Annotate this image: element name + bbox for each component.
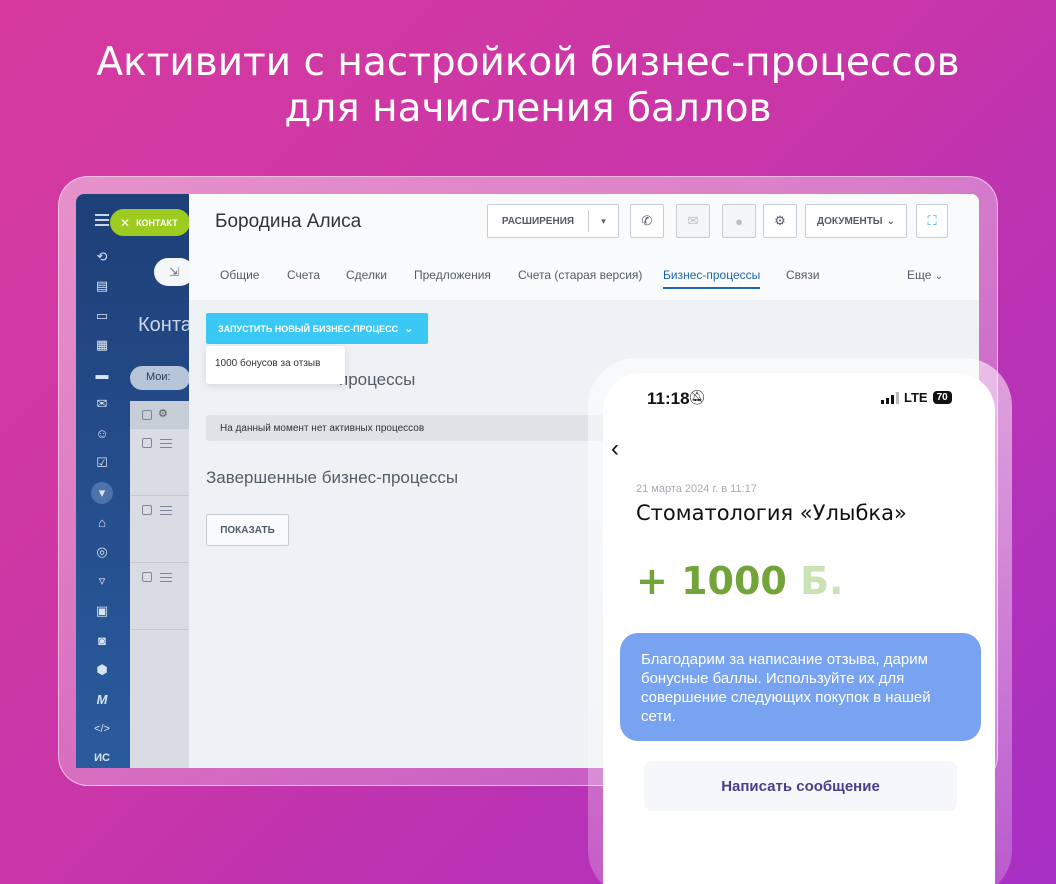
menu-icon[interactable] <box>95 214 109 226</box>
dropdown-item-1000-bonus[interactable]: 1000 бонусов за отзыв <box>215 358 320 369</box>
show-button[interactable]: ПОКАЗАТЬ <box>206 514 289 546</box>
menu-icon[interactable] <box>160 506 172 518</box>
background-contact-list: ⇲ Конта Мои: ⚙ <box>128 194 200 768</box>
checkbox[interactable] <box>142 410 152 420</box>
process-dropdown: 1000 бонусов за отзыв <box>206 346 345 384</box>
tab-invoices[interactable]: Счета <box>287 268 320 282</box>
sidebar-icon-column: ⟲ ▤ ▭ ▦ ▬ ✉ ☺ ☑ ▾ ⌂ ◎ ▿ ▣ ◙ ⬢ M </> ИС <box>84 242 120 768</box>
write-message-button[interactable]: Написать сообщение <box>644 761 957 811</box>
panel-header: Бородина Алиса РАСШИРЕНИЯ ▾ ✆ ✉ ● ⚙ ДОКУ… <box>189 194 979 300</box>
extensions-button[interactable]: РАСШИРЕНИЯ ▾ <box>487 204 619 238</box>
fullscreen-icon[interactable]: ⛶ <box>916 204 948 238</box>
battery-level: 70 <box>932 391 952 404</box>
phone-screen: 11:18 🔕︎ LTE 70 ‹ 21 марта 2024 г. в 11:… <box>603 373 995 884</box>
status-time: 11:18 <box>647 389 690 408</box>
check-icon[interactable]: ☑ <box>84 449 120 479</box>
chevron-down-icon: ⌄ <box>934 271 944 282</box>
tab-offers[interactable]: Предложения <box>414 268 491 282</box>
menu-icon[interactable] <box>160 573 172 585</box>
active-processes-heading: процессы <box>339 370 416 389</box>
my-filter-chip[interactable]: Мои: <box>130 366 190 390</box>
database-icon[interactable]: ⬢ <box>84 655 120 685</box>
network-label: LTE <box>904 390 928 405</box>
shop-name: Стоматология «Улыбка» <box>636 501 907 525</box>
gear-icon[interactable]: ⚙ <box>158 407 168 420</box>
documents-button[interactable]: ДОКУМЕНТЫ ⌄ <box>805 204 907 238</box>
m-logo-icon[interactable]: M <box>84 685 120 715</box>
completed-processes-heading: Завершенные бизнес-процессы <box>206 468 459 487</box>
bank-icon[interactable]: ⌂ <box>84 508 120 538</box>
tab-links[interactable]: Связи <box>786 268 820 282</box>
start-process-button[interactable]: ЗАПУСТИТЬ НОВЫЙ БИЗНЕС-ПРОЦЕСС ⌄ <box>206 313 428 344</box>
tab-deals[interactable]: Сделки <box>346 268 387 282</box>
tab-general[interactable]: Общие <box>220 268 259 282</box>
headline-line-2: для начисления баллов <box>284 86 772 131</box>
checkbox[interactable] <box>142 438 152 448</box>
points-amount: + 1000 Б. <box>636 559 843 603</box>
chevron-down-icon: ⌄ <box>404 323 414 335</box>
back-icon[interactable]: ‹ <box>611 435 619 463</box>
bell-muted-icon: 🔕︎ <box>688 389 706 405</box>
target-icon[interactable]: ◎ <box>84 537 120 567</box>
status-indicators: LTE 70 <box>881 390 952 405</box>
chat-icon[interactable]: ▭ <box>84 301 120 331</box>
checkbox[interactable] <box>142 505 152 515</box>
left-sidebar: ⟲ ▤ ▭ ▦ ▬ ✉ ☺ ☑ ▾ ⌂ ◎ ▿ ▣ ◙ ⬢ M </> ИС ⇲… <box>76 194 200 768</box>
settings-icon[interactable]: ⚙ <box>763 204 797 238</box>
background-page-title: Конта <box>138 314 192 336</box>
contact-pill-label: КОНТАКТ <box>136 217 178 228</box>
mail-icon[interactable]: ✉ <box>84 390 120 420</box>
contact-close-pill[interactable]: ✕ КОНТАКТ <box>110 209 190 236</box>
tab-business-processes[interactable]: Бизнес-процессы <box>663 268 761 289</box>
export-icon[interactable]: ⇲ <box>154 258 194 286</box>
code-icon[interactable]: </> <box>84 714 120 744</box>
signal-icon <box>881 391 899 404</box>
mail-icon[interactable]: ✉ <box>676 204 710 238</box>
contact-name: Бородина Алиса <box>215 211 362 232</box>
notification-date: 21 марта 2024 г. в 11:17 <box>636 483 757 495</box>
document-icon[interactable]: ▤ <box>84 272 120 302</box>
caret-down-icon[interactable]: ▾ <box>589 216 618 227</box>
more-tabs[interactable]: Еще ⌄ <box>907 268 943 282</box>
documents-label: ДОКУМЕНТЫ <box>817 215 883 227</box>
robot-icon[interactable]: ◙ <box>84 626 120 656</box>
is-label[interactable]: ИС <box>84 744 120 769</box>
start-process-label: ЗАПУСТИТЬ НОВЫЙ БИЗНЕС-ПРОЦЕСС <box>218 323 399 334</box>
message-bubble: Благодарим за написание отзыва, дарим бо… <box>620 633 981 741</box>
more-label: Еще <box>907 268 932 282</box>
tab-invoices-old[interactable]: Счета (старая версия) <box>518 268 642 282</box>
headline: Активити с настройкой бизнес-процессов д… <box>0 40 1056 132</box>
calendar-icon[interactable]: ▦ <box>84 331 120 361</box>
filter-icon[interactable]: ▾ <box>84 478 120 508</box>
people-icon[interactable]: ☺ <box>84 419 120 449</box>
chat-bubble-icon[interactable]: ● <box>722 204 756 238</box>
arrows-icon[interactable]: ⟲ <box>84 242 120 272</box>
headline-line-1: Активити с настройкой бизнес-процессов <box>96 40 960 85</box>
menu-icon[interactable] <box>160 439 172 451</box>
points-unit: Б. <box>800 559 844 603</box>
points-value: + 1000 <box>636 559 787 603</box>
phone-icon[interactable]: ✆ <box>630 204 664 238</box>
chevron-down-icon: ⌄ <box>886 215 895 227</box>
cart-icon[interactable]: ▿ <box>84 567 120 597</box>
id-card-icon[interactable]: ▣ <box>84 596 120 626</box>
checkbox[interactable] <box>142 572 152 582</box>
inbox-icon[interactable]: ▬ <box>84 360 120 390</box>
extensions-label: РАСШИРЕНИЯ <box>501 215 575 227</box>
close-icon[interactable]: ✕ <box>120 216 130 230</box>
